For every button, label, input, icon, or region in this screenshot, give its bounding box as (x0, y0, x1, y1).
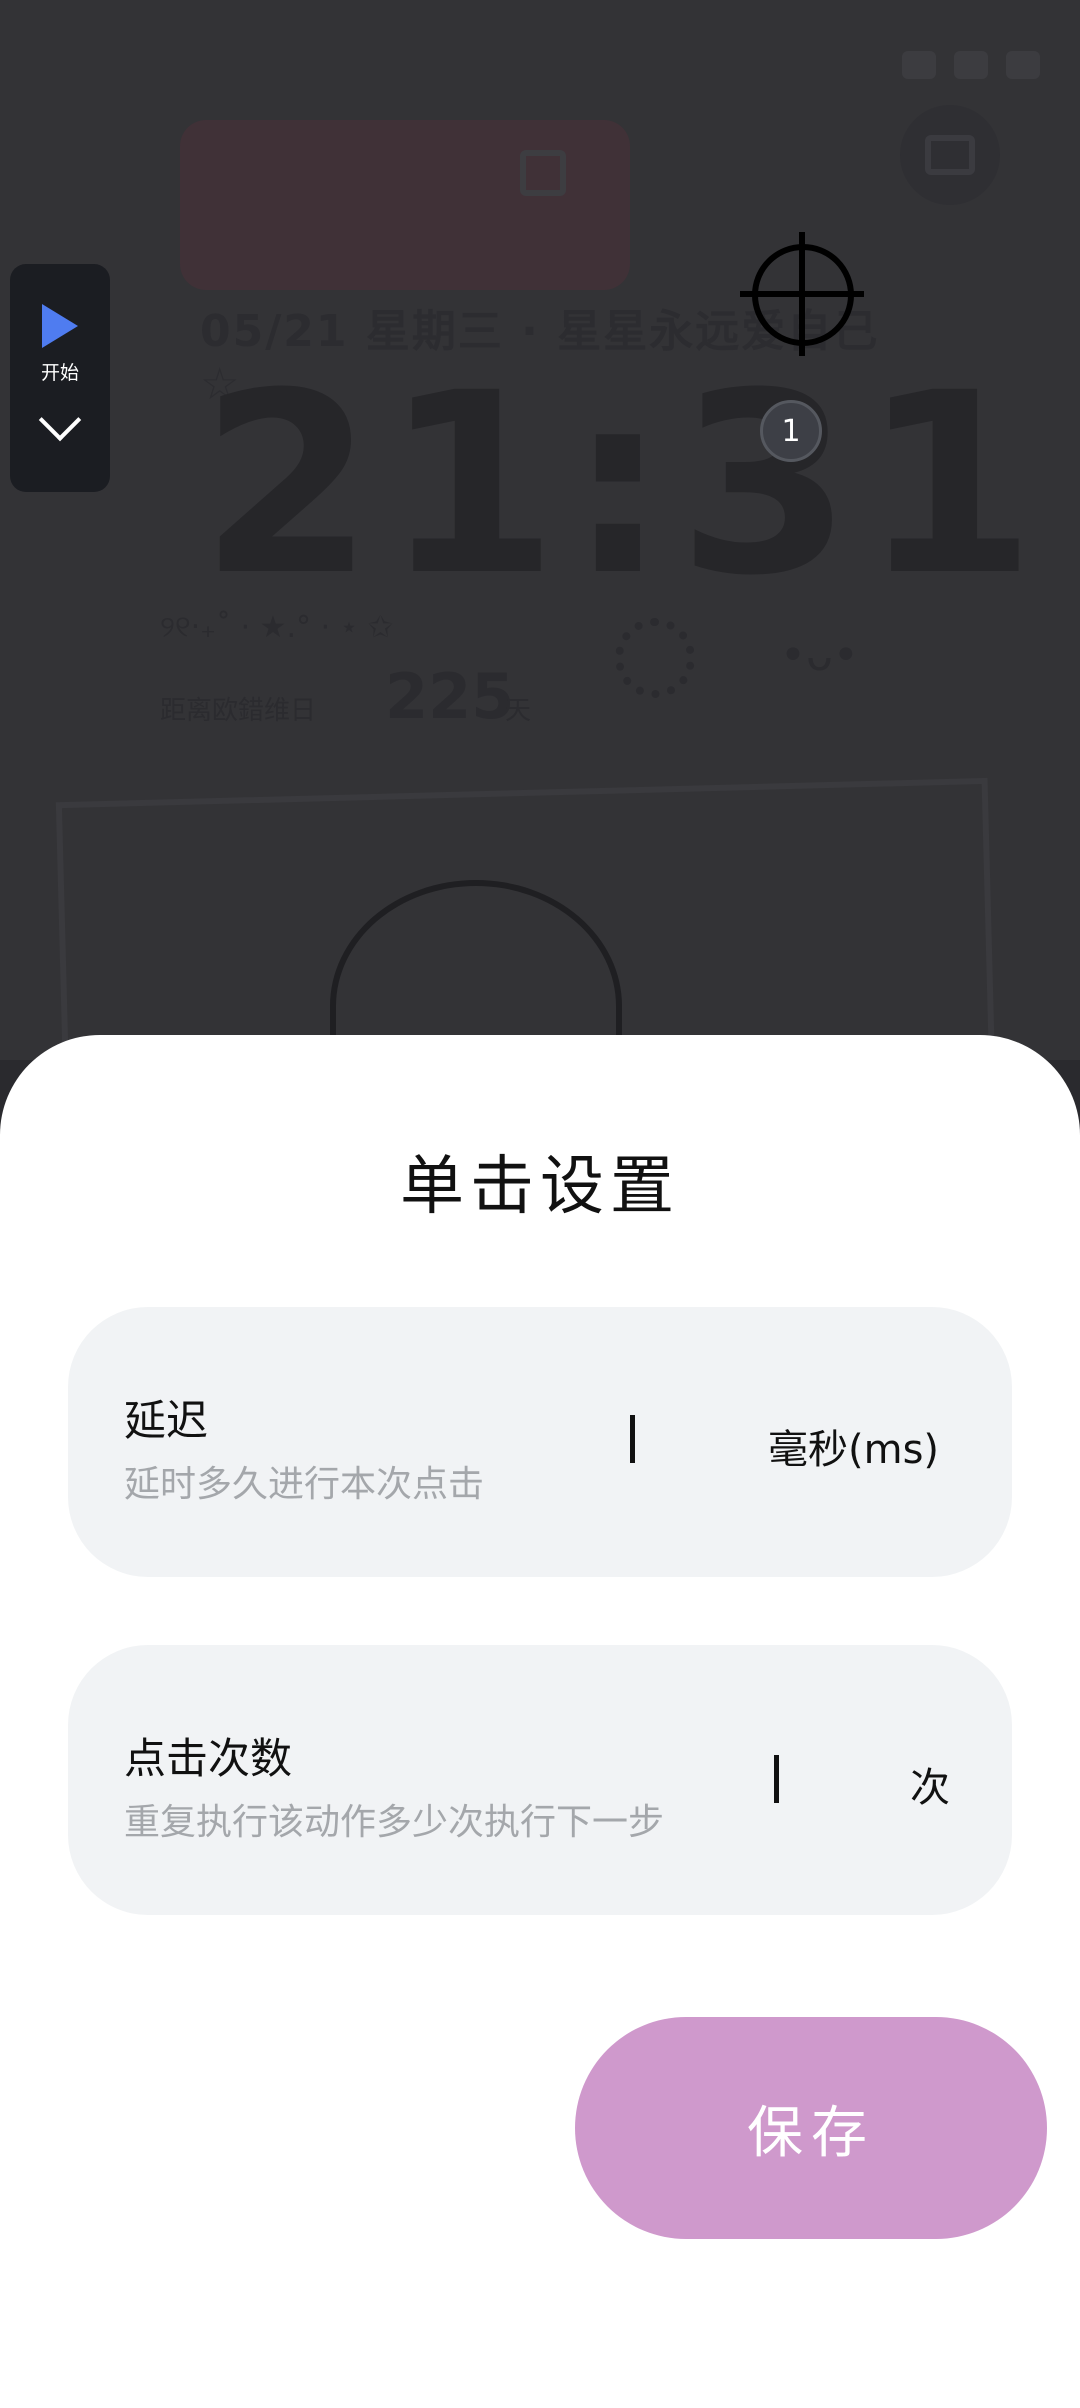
click-count-setting-card: 点击次数 重复执行该动作多少次执行下一步 次 (68, 1645, 1012, 1915)
delay-description: 延时多久进行本次点击 (124, 1464, 485, 1505)
click-index-badge[interactable]: 1 (760, 400, 822, 462)
clock-display: 21:31 (200, 339, 1046, 630)
play-icon[interactable] (42, 304, 78, 348)
start-label[interactable]: 开始 (41, 358, 79, 385)
battery-icon (1006, 51, 1040, 79)
delay-setting-card: 延迟 延时多久进行本次点击 毫秒(ms) (68, 1307, 1012, 1577)
signal-icon (902, 51, 936, 79)
face-doodle: •ᴗ• (780, 630, 859, 681)
crosshair-target-icon[interactable] (740, 232, 864, 356)
sun-icon (615, 618, 695, 698)
delay-unit: 毫秒(ms) (768, 1427, 940, 1473)
text-cursor (630, 1415, 635, 1463)
click-count-description: 重复执行该动作多少次执行下一步 (124, 1802, 665, 1843)
countdown-label: 距离欧錯维日 (160, 696, 317, 726)
click-count-title: 点击次数 (124, 1734, 293, 1783)
crosshair-vertical-line (799, 232, 805, 356)
background-home-screen: 05/21 星期三 · 星星永远爱自己 ☆ 21:31 ୨୧‧₊˚ ⋅ ★.° … (0, 0, 1080, 1060)
text-cursor (774, 1755, 779, 1803)
music-widget (180, 120, 630, 290)
countdown-value: 225 (385, 660, 515, 733)
status-bar (902, 40, 1040, 90)
click-count-input[interactable] (772, 1737, 892, 1817)
click-settings-sheet: 单击设置 延迟 延时多久进行本次点击 毫秒(ms) 点击次数 重复执行该动作多少… (0, 1035, 1080, 2408)
chevron-down-icon[interactable] (38, 398, 82, 442)
floating-control-panel: 开始 (10, 264, 110, 492)
save-button[interactable]: 保存 (575, 2017, 1047, 2239)
lock-icon (520, 150, 566, 196)
click-count-unit: 次 (910, 1765, 950, 1811)
decorative-text: ୨୧‧₊˚ ⋅ ★.° ⋅ ⋆ ✩ (160, 610, 394, 645)
wifi-icon (954, 51, 988, 79)
delay-input[interactable] (628, 1399, 748, 1479)
delay-title: 延迟 (124, 1396, 209, 1445)
calendar-icon (925, 135, 975, 175)
sheet-title: 单击设置 (400, 1150, 680, 1224)
countdown-unit: 天 (505, 696, 532, 726)
